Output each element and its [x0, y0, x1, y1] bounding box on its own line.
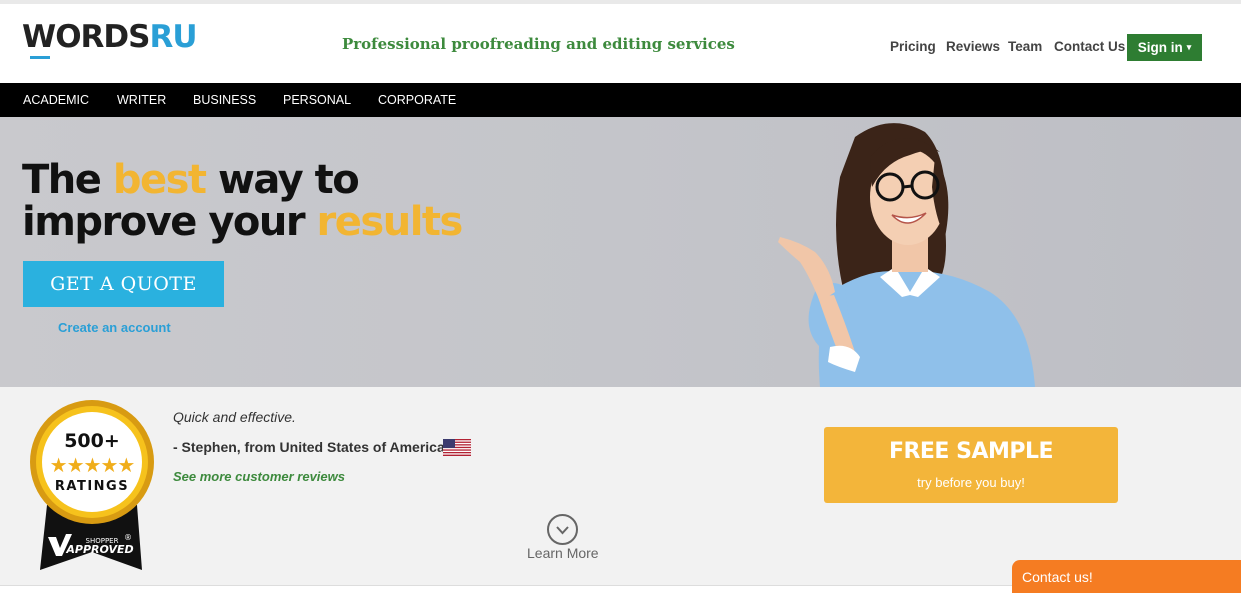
hero-word-best: best — [112, 157, 207, 203]
hero-word-results: results — [316, 199, 464, 245]
free-sample-title: FREE SAMPLE — [888, 439, 1054, 464]
hero-title: The best way to improve your results — [22, 159, 464, 245]
see-more-reviews-link[interactable]: See more customer reviews — [173, 469, 345, 484]
reviews-section: Quick and effective. - Stephen, from Uni… — [0, 387, 1241, 585]
review-quote: Quick and effective. — [173, 409, 296, 425]
shopper-approved-badge[interactable]: 500+ ★★★★★ RATINGS SHOPPER APPROVED ® — [22, 400, 162, 575]
nav-team[interactable]: Team — [1008, 39, 1042, 54]
sign-in-label: Sign in — [1137, 40, 1183, 55]
badge-approved: APPROVED — [65, 543, 133, 556]
chevron-down-icon[interactable] — [547, 514, 578, 545]
hero-title-line-2: improve your results — [22, 199, 464, 245]
caret-down-icon: ▾ — [1186, 42, 1192, 52]
logo-words: WORDS — [22, 19, 150, 55]
us-flag-icon — [443, 439, 471, 456]
free-sample-subtitle: try before you buy! — [917, 475, 1025, 490]
category-personal[interactable]: PERSONAL — [283, 93, 351, 107]
hero-word-improve: improve your — [22, 199, 317, 245]
hero-word-the: The — [22, 157, 113, 203]
sign-in-button[interactable]: Sign in ▾ — [1127, 34, 1202, 61]
hero-word-way: way to — [205, 157, 360, 203]
nav-pricing[interactable]: Pricing — [890, 39, 936, 54]
category-nav: ACADEMIC WRITER BUSINESS PERSONAL CORPOR… — [0, 83, 1241, 117]
logo[interactable]: WORDSRU — [22, 19, 198, 55]
logo-ru: RU — [149, 19, 197, 55]
free-sample-button[interactable]: FREE SAMPLE try before you buy! — [824, 427, 1118, 503]
learn-more-link[interactable]: Learn More — [527, 545, 599, 561]
category-academic[interactable]: ACADEMIC — [23, 93, 89, 107]
badge-registered: ® — [124, 533, 132, 542]
badge-count: 500+ — [64, 430, 120, 452]
get-a-quote-button[interactable]: GET A QUOTE — [23, 261, 224, 307]
tagline: Professional proofreading and editing se… — [342, 35, 735, 53]
category-business[interactable]: BUSINESS — [193, 93, 256, 107]
category-writer[interactable]: WRITER — [117, 93, 166, 107]
badge-stars-icon: ★★★★★ — [50, 453, 135, 477]
badge-ratings-label: RATINGS — [55, 479, 129, 494]
hero-woman-image — [778, 123, 1035, 387]
site-header: WORDSRU Professional proofreading and ed… — [0, 0, 1241, 83]
hero-title-line-1: The best way to — [22, 159, 462, 201]
create-account-link[interactable]: Create an account — [58, 320, 171, 335]
contact-us-tab[interactable]: Contact us! — [1012, 560, 1241, 593]
nav-contact-us[interactable]: Contact Us — [1054, 39, 1125, 54]
category-corporate[interactable]: CORPORATE — [378, 93, 456, 107]
nav-reviews[interactable]: Reviews — [946, 39, 1000, 54]
review-author: - Stephen, from United States of America — [173, 439, 445, 455]
logo-underline — [30, 56, 50, 59]
